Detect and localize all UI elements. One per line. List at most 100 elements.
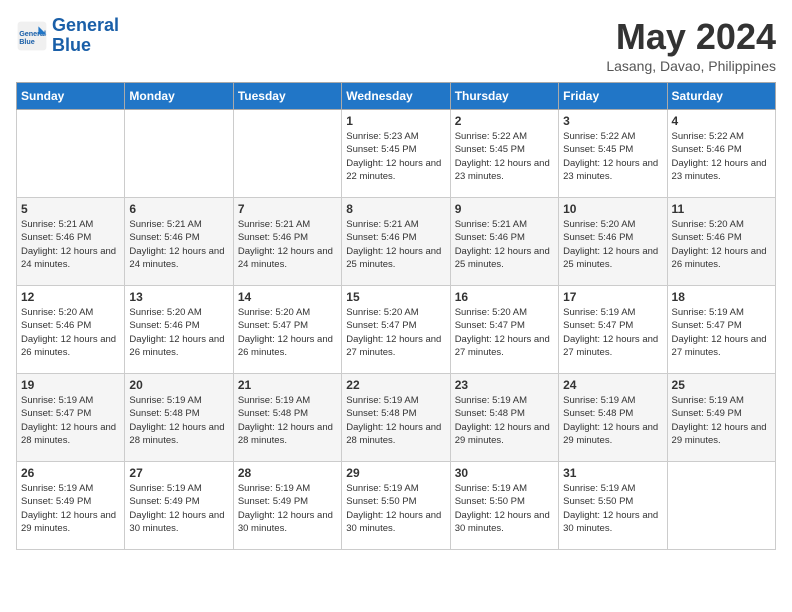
logo: General Blue General Blue [16, 16, 119, 56]
calendar-cell: 22 Sunrise: 5:19 AM Sunset: 5:48 PM Dayli… [342, 374, 450, 462]
day-number: 23 [455, 378, 554, 392]
location: Lasang, Davao, Philippines [606, 58, 776, 74]
calendar-cell [233, 110, 341, 198]
day-info: Sunrise: 5:19 AM Sunset: 5:49 PM Dayligh… [129, 482, 228, 535]
day-number: 2 [455, 114, 554, 128]
calendar-cell: 9Sunrise: 5:21 AM Sunset: 5:46 PM Daylig… [450, 198, 558, 286]
calendar-week-2: 5 Sunrise: 5:21 AM Sunset: 5:46 PM Daylig… [17, 198, 776, 286]
day-info: Sunrise: 5:21 AM Sunset: 5:46 PM Dayligh… [455, 218, 554, 271]
day-info: Sunrise: 5:22 AM Sunset: 5:45 PM Dayligh… [563, 130, 662, 183]
day-info: Sunrise: 5:20 AM Sunset: 5:46 PM Dayligh… [563, 218, 662, 271]
day-info: Sunrise: 5:19 AM Sunset: 5:48 PM Dayligh… [238, 394, 337, 447]
day-info: Sunrise: 5:19 AM Sunset: 5:48 PM Dayligh… [129, 394, 228, 447]
calendar-week-4: 19Sunrise: 5:19 AM Sunset: 5:47 PM Dayli… [17, 374, 776, 462]
calendar-cell: 15 Sunrise: 5:20 AM Sunset: 5:47 PM Dayli… [342, 286, 450, 374]
day-number: 30 [455, 466, 554, 480]
day-info: Sunrise: 5:21 AM Sunset: 5:46 PM Dayligh… [346, 218, 445, 271]
calendar-cell: 25 Sunrise: 5:19 AM Sunset: 5:49 PM Dayli… [667, 374, 775, 462]
calendar-cell: 8Sunrise: 5:21 AM Sunset: 5:46 PM Daylig… [342, 198, 450, 286]
calendar-cell: 30 Sunrise: 5:19 AM Sunset: 5:50 PM Dayli… [450, 462, 558, 550]
calendar-table: SundayMondayTuesdayWednesdayThursdayFrid… [16, 82, 776, 550]
day-number: 20 [129, 378, 228, 392]
day-info: Sunrise: 5:19 AM Sunset: 5:48 PM Dayligh… [455, 394, 554, 447]
calendar-cell: 2Sunrise: 5:22 AM Sunset: 5:45 PM Daylig… [450, 110, 558, 198]
day-info: Sunrise: 5:19 AM Sunset: 5:49 PM Dayligh… [672, 394, 771, 447]
calendar-cell: 10Sunrise: 5:20 AM Sunset: 5:46 PM Dayli… [559, 198, 667, 286]
day-info: Sunrise: 5:19 AM Sunset: 5:48 PM Dayligh… [563, 394, 662, 447]
calendar-cell: 5 Sunrise: 5:21 AM Sunset: 5:46 PM Daylig… [17, 198, 125, 286]
day-info: Sunrise: 5:22 AM Sunset: 5:46 PM Dayligh… [672, 130, 771, 183]
day-header-tuesday: Tuesday [233, 83, 341, 110]
day-info: Sunrise: 5:23 AM Sunset: 5:45 PM Dayligh… [346, 130, 445, 183]
calendar-cell: 6Sunrise: 5:21 AM Sunset: 5:46 PM Daylig… [125, 198, 233, 286]
day-info: Sunrise: 5:20 AM Sunset: 5:47 PM Dayligh… [346, 306, 445, 359]
day-info: Sunrise: 5:19 AM Sunset: 5:47 PM Dayligh… [563, 306, 662, 359]
day-info: Sunrise: 5:20 AM Sunset: 5:47 PM Dayligh… [455, 306, 554, 359]
day-header-friday: Friday [559, 83, 667, 110]
calendar-cell: 3Sunrise: 5:22 AM Sunset: 5:45 PM Daylig… [559, 110, 667, 198]
day-number: 14 [238, 290, 337, 304]
calendar-cell [667, 462, 775, 550]
logo-line2: Blue [52, 35, 91, 55]
calendar-cell: 14 Sunrise: 5:20 AM Sunset: 5:47 PM Dayli… [233, 286, 341, 374]
day-info: Sunrise: 5:19 AM Sunset: 5:48 PM Dayligh… [346, 394, 445, 447]
day-number: 5 [21, 202, 120, 216]
day-number: 22 [346, 378, 445, 392]
day-number: 27 [129, 466, 228, 480]
day-info: Sunrise: 5:19 AM Sunset: 5:49 PM Dayligh… [238, 482, 337, 535]
day-header-sunday: Sunday [17, 83, 125, 110]
day-number: 26 [21, 466, 120, 480]
day-info: Sunrise: 5:19 AM Sunset: 5:50 PM Dayligh… [346, 482, 445, 535]
calendar-header-row: SundayMondayTuesdayWednesdayThursdayFrid… [17, 83, 776, 110]
day-number: 4 [672, 114, 771, 128]
calendar-cell: 16 Sunrise: 5:20 AM Sunset: 5:47 PM Dayli… [450, 286, 558, 374]
calendar-cell: 4 Sunrise: 5:22 AM Sunset: 5:46 PM Daylig… [667, 110, 775, 198]
calendar-cell: 11Sunrise: 5:20 AM Sunset: 5:46 PM Dayli… [667, 198, 775, 286]
day-info: Sunrise: 5:19 AM Sunset: 5:50 PM Dayligh… [455, 482, 554, 535]
day-header-monday: Monday [125, 83, 233, 110]
calendar-cell: 1Sunrise: 5:23 AM Sunset: 5:45 PM Daylig… [342, 110, 450, 198]
day-number: 7 [238, 202, 337, 216]
calendar-cell: 20 Sunrise: 5:19 AM Sunset: 5:48 PM Dayli… [125, 374, 233, 462]
calendar-cell [17, 110, 125, 198]
day-info: Sunrise: 5:20 AM Sunset: 5:46 PM Dayligh… [21, 306, 120, 359]
logo-line1: General [52, 15, 119, 35]
day-number: 16 [455, 290, 554, 304]
calendar-week-5: 26 Sunrise: 5:19 AM Sunset: 5:49 PM Dayli… [17, 462, 776, 550]
logo-text: General Blue [52, 16, 119, 56]
calendar-cell: 17Sunrise: 5:19 AM Sunset: 5:47 PM Dayli… [559, 286, 667, 374]
day-number: 6 [129, 202, 228, 216]
day-header-saturday: Saturday [667, 83, 775, 110]
svg-text:Blue: Blue [19, 37, 35, 46]
calendar-cell: 28 Sunrise: 5:19 AM Sunset: 5:49 PM Dayli… [233, 462, 341, 550]
day-number: 13 [129, 290, 228, 304]
day-number: 12 [21, 290, 120, 304]
day-info: Sunrise: 5:19 AM Sunset: 5:49 PM Dayligh… [21, 482, 120, 535]
day-header-wednesday: Wednesday [342, 83, 450, 110]
day-number: 21 [238, 378, 337, 392]
day-info: Sunrise: 5:20 AM Sunset: 5:46 PM Dayligh… [129, 306, 228, 359]
day-header-thursday: Thursday [450, 83, 558, 110]
calendar-week-3: 12 Sunrise: 5:20 AM Sunset: 5:46 PM Dayli… [17, 286, 776, 374]
calendar-cell: 13 Sunrise: 5:20 AM Sunset: 5:46 PM Dayli… [125, 286, 233, 374]
day-number: 15 [346, 290, 445, 304]
day-info: Sunrise: 5:20 AM Sunset: 5:46 PM Dayligh… [672, 218, 771, 271]
calendar-cell: 18Sunrise: 5:19 AM Sunset: 5:47 PM Dayli… [667, 286, 775, 374]
page-header: General Blue General Blue May 2024 Lasan… [16, 16, 776, 74]
calendar-cell: 26 Sunrise: 5:19 AM Sunset: 5:49 PM Dayli… [17, 462, 125, 550]
day-info: Sunrise: 5:20 AM Sunset: 5:47 PM Dayligh… [238, 306, 337, 359]
day-number: 25 [672, 378, 771, 392]
day-number: 28 [238, 466, 337, 480]
day-number: 29 [346, 466, 445, 480]
day-info: Sunrise: 5:21 AM Sunset: 5:46 PM Dayligh… [238, 218, 337, 271]
day-number: 18 [672, 290, 771, 304]
title-block: May 2024 Lasang, Davao, Philippines [606, 16, 776, 74]
calendar-cell: 24Sunrise: 5:19 AM Sunset: 5:48 PM Dayli… [559, 374, 667, 462]
day-info: Sunrise: 5:21 AM Sunset: 5:46 PM Dayligh… [21, 218, 120, 271]
calendar-cell: 29 Sunrise: 5:19 AM Sunset: 5:50 PM Dayli… [342, 462, 450, 550]
calendar-cell: 7 Sunrise: 5:21 AM Sunset: 5:46 PM Daylig… [233, 198, 341, 286]
calendar-cell [125, 110, 233, 198]
calendar-week-1: 1Sunrise: 5:23 AM Sunset: 5:45 PM Daylig… [17, 110, 776, 198]
logo-icon: General Blue [16, 20, 48, 52]
calendar-cell: 12 Sunrise: 5:20 AM Sunset: 5:46 PM Dayli… [17, 286, 125, 374]
